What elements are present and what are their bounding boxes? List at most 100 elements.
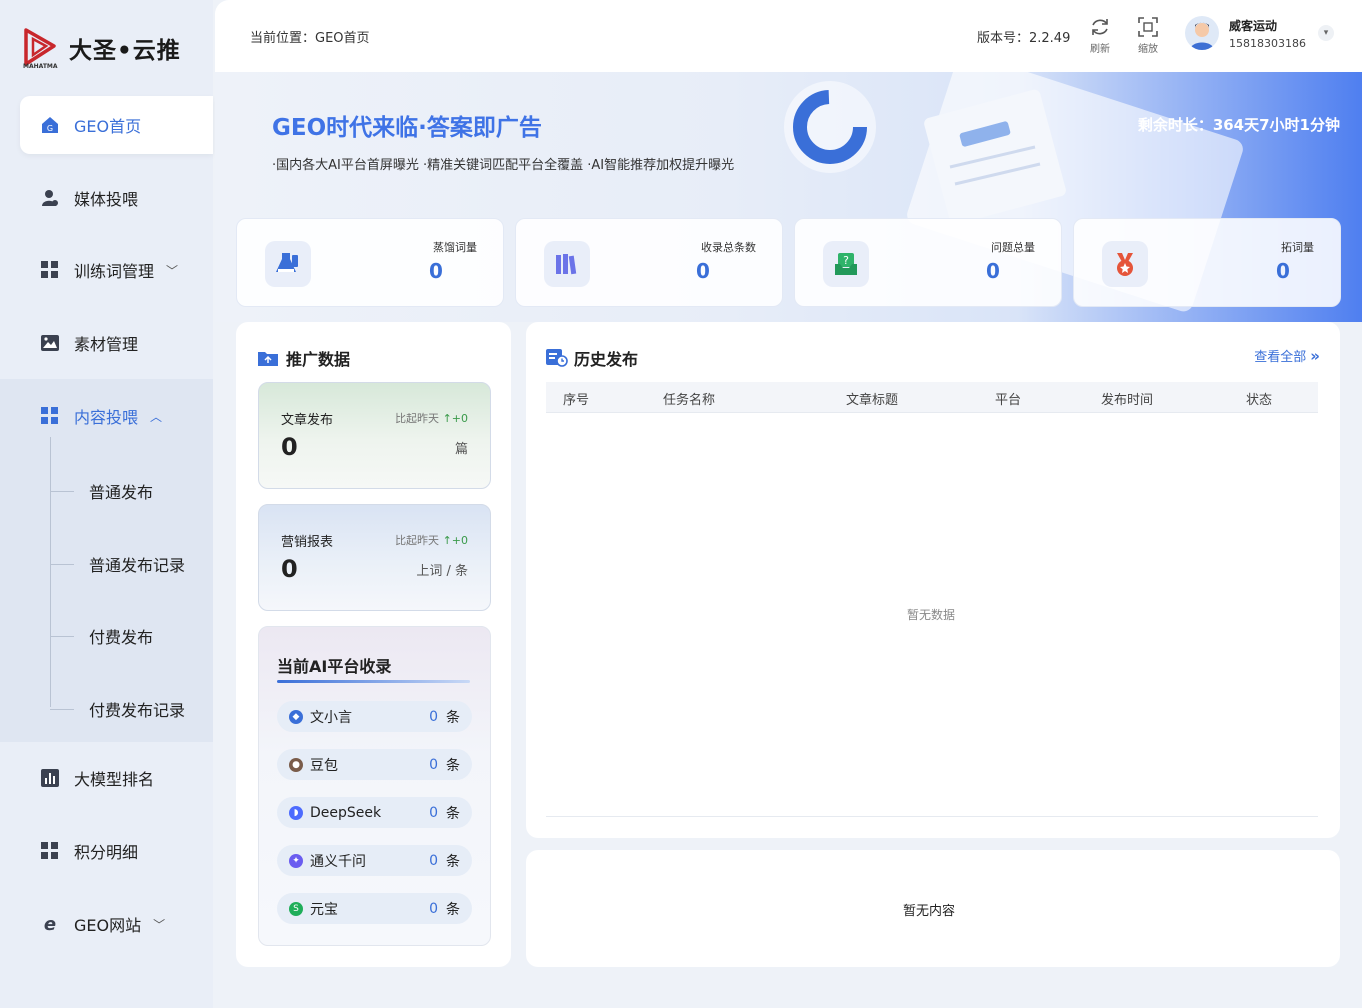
report-compare: 比起昨天 ↑+0 bbox=[395, 532, 468, 548]
user-menu[interactable]: 威客运动 15818303186 ▾ bbox=[1185, 16, 1334, 50]
deepseek-icon: ◗ bbox=[289, 805, 303, 820]
arrow-up-icon: ↑ bbox=[442, 412, 452, 425]
fullscreen-icon bbox=[1130, 14, 1166, 40]
platform-name: 元宝 bbox=[310, 901, 338, 918]
sidebar-item-geo-site[interactable]: e GEO网站 ﹀ bbox=[20, 895, 213, 953]
platform-unit: 条 bbox=[446, 853, 460, 870]
chevron-down-icon: ﹀ bbox=[153, 917, 166, 932]
sidebar-item-label: 内容投喂 bbox=[74, 408, 139, 427]
ai-platform-title: 当前AI平台收录 bbox=[277, 657, 392, 676]
platform-count: 0 bbox=[429, 852, 438, 869]
sidebar-item-geo-home[interactable]: G GEO首页 bbox=[20, 96, 213, 154]
history-title: 历史发布 bbox=[546, 346, 638, 370]
stat-value: 0 bbox=[429, 259, 443, 283]
platform-name: 文小言 bbox=[310, 709, 352, 726]
sidebar-item-media[interactable]: 媒体投喂 bbox=[20, 169, 213, 227]
col-task-name: 任务名称 bbox=[663, 393, 716, 408]
sidebar-item-points[interactable]: 积分明细 bbox=[20, 822, 213, 880]
sidebar-subitem-normal-publish-records[interactable]: 普通发布记录 bbox=[50, 552, 185, 576]
sidebar-subitem-paid-publish[interactable]: 付费发布 bbox=[50, 624, 153, 648]
subitem-label: 普通发布 bbox=[89, 483, 154, 502]
chevron-down-icon[interactable]: ▾ bbox=[1317, 25, 1334, 41]
stat-label: 问题总量 bbox=[991, 241, 1035, 254]
history-table-header: 序号 任务名称 文章标题 平台 发布时间 状态 bbox=[546, 382, 1318, 413]
svg-text:?: ? bbox=[843, 254, 849, 267]
zoom-button[interactable]: 缩放 bbox=[1130, 14, 1166, 55]
subitem-label: 付费发布 bbox=[89, 628, 154, 647]
chevron-down-icon: ﹀ bbox=[166, 263, 179, 278]
books-icon bbox=[544, 241, 590, 287]
sidebar-item-label: 训练词管理 bbox=[74, 262, 155, 281]
stat-card-distill-words: 蒸馏词量 0 bbox=[236, 218, 504, 307]
stat-label: 蒸馏词量 bbox=[433, 241, 477, 254]
image-icon bbox=[40, 333, 60, 353]
user-icon bbox=[40, 188, 60, 208]
sidebar-subitem-normal-publish[interactable]: 普通发布 bbox=[50, 479, 153, 503]
col-article-title: 文章标题 bbox=[846, 393, 899, 408]
sidebar-item-training-words[interactable]: 训练词管理 ﹀ bbox=[20, 241, 213, 299]
platform-unit: 条 bbox=[446, 709, 460, 726]
wenxiaoyan-icon: ◆ bbox=[289, 709, 303, 724]
platform-row-tongyi[interactable]: ✦ 通义千问 0 条 bbox=[277, 845, 472, 876]
user-name: 威客运动 bbox=[1229, 18, 1278, 33]
platform-unit: 条 bbox=[446, 757, 460, 774]
view-all-label: 查看全部 bbox=[1254, 350, 1307, 365]
chevron-up-icon: ︿ bbox=[150, 409, 163, 424]
platform-row-deepseek[interactable]: ◗ DeepSeek 0 条 bbox=[277, 797, 472, 828]
platform-count: 0 bbox=[429, 900, 438, 917]
view-all-link[interactable]: 查看全部 » bbox=[1254, 346, 1320, 366]
tongyi-icon: ✦ bbox=[289, 853, 303, 868]
tree-connector bbox=[50, 635, 74, 637]
sidebar-item-content-feed[interactable]: 内容投喂 ︿ bbox=[20, 387, 213, 445]
stat-card-questions-total: ? 问题总量 0 bbox=[794, 218, 1062, 307]
bottom-empty-text: 暂无内容 bbox=[903, 904, 956, 919]
stat-value: 0 bbox=[986, 259, 1000, 283]
double-chevron-right-icon: » bbox=[1310, 346, 1320, 365]
platform-unit: 条 bbox=[446, 805, 460, 822]
tree-connector bbox=[50, 563, 74, 565]
zoom-label: 缩放 bbox=[1138, 44, 1158, 55]
grid-icon bbox=[40, 260, 60, 280]
sidebar-item-materials[interactable]: 素材管理 bbox=[20, 314, 213, 372]
refresh-icon bbox=[1082, 14, 1118, 40]
sidebar-item-label: GEO首页 bbox=[74, 117, 142, 136]
home-icon: G bbox=[40, 115, 60, 135]
article-unit: 篇 bbox=[454, 442, 468, 457]
article-publish-box: 文章发布 比起昨天 ↑+0 0 篇 bbox=[258, 382, 491, 489]
col-index: 序号 bbox=[563, 393, 590, 408]
report-value: 0 bbox=[281, 555, 298, 583]
col-platform: 平台 bbox=[995, 393, 1022, 408]
stat-card-expanded-words: 拓词量 0 bbox=[1073, 218, 1341, 307]
remaining-time: 剩余时长：364天7小时1分钟 bbox=[1137, 116, 1340, 134]
platform-row-wenxiaoyan[interactable]: ◆ 文小言 0 条 bbox=[277, 701, 472, 732]
user-phone: 15818303186 bbox=[1229, 36, 1306, 50]
platform-name: 豆包 bbox=[310, 757, 338, 774]
platform-row-doubao[interactable]: ● 豆包 0 条 bbox=[277, 749, 472, 780]
marketing-report-box: 营销报表 比起昨天 ↑+0 0 上词 / 条 bbox=[258, 504, 491, 611]
promo-data-card: 推广数据 文章发布 比起昨天 ↑+0 0 篇 营销报表 比起昨天 ↑+0 0 上… bbox=[236, 322, 511, 967]
yuanbao-icon: S bbox=[289, 901, 303, 916]
platform-count: 0 bbox=[429, 756, 438, 773]
platform-name: DeepSeek bbox=[310, 804, 382, 821]
sidebar-item-model-ranking[interactable]: 大模型排名 bbox=[20, 749, 213, 807]
sidebar-item-label: 媒体投喂 bbox=[74, 190, 139, 209]
sidebar: 大圣•云推 MAHATMA G GEO首页 媒体投喂 训练词管理 ﹀ 素材管理 … bbox=[0, 0, 213, 1008]
refresh-button[interactable]: 刷新 bbox=[1082, 14, 1118, 55]
svg-text:G: G bbox=[47, 124, 53, 133]
stat-label: 收录总条数 bbox=[701, 241, 756, 254]
brand-name: 大圣•云推 bbox=[69, 38, 181, 64]
ie-icon: e bbox=[43, 913, 57, 935]
compare-text: 比起昨天 bbox=[395, 534, 440, 547]
history-empty-text: 暂无数据 bbox=[907, 608, 956, 622]
col-status: 状态 bbox=[1246, 393, 1273, 408]
sidebar-item-label: 大模型排名 bbox=[74, 770, 155, 789]
sidebar-subitem-paid-publish-records[interactable]: 付费发布记录 bbox=[50, 697, 185, 721]
doubao-icon: ● bbox=[289, 757, 303, 772]
table-bottom-divider bbox=[546, 816, 1318, 817]
platform-row-yuanbao[interactable]: S 元宝 0 条 bbox=[277, 893, 472, 924]
grid-icon bbox=[40, 406, 60, 426]
history-icon bbox=[546, 349, 568, 367]
refresh-label: 刷新 bbox=[1090, 44, 1110, 55]
subitem-label: 付费发布记录 bbox=[89, 701, 186, 720]
question-box-icon: ? bbox=[823, 241, 869, 287]
